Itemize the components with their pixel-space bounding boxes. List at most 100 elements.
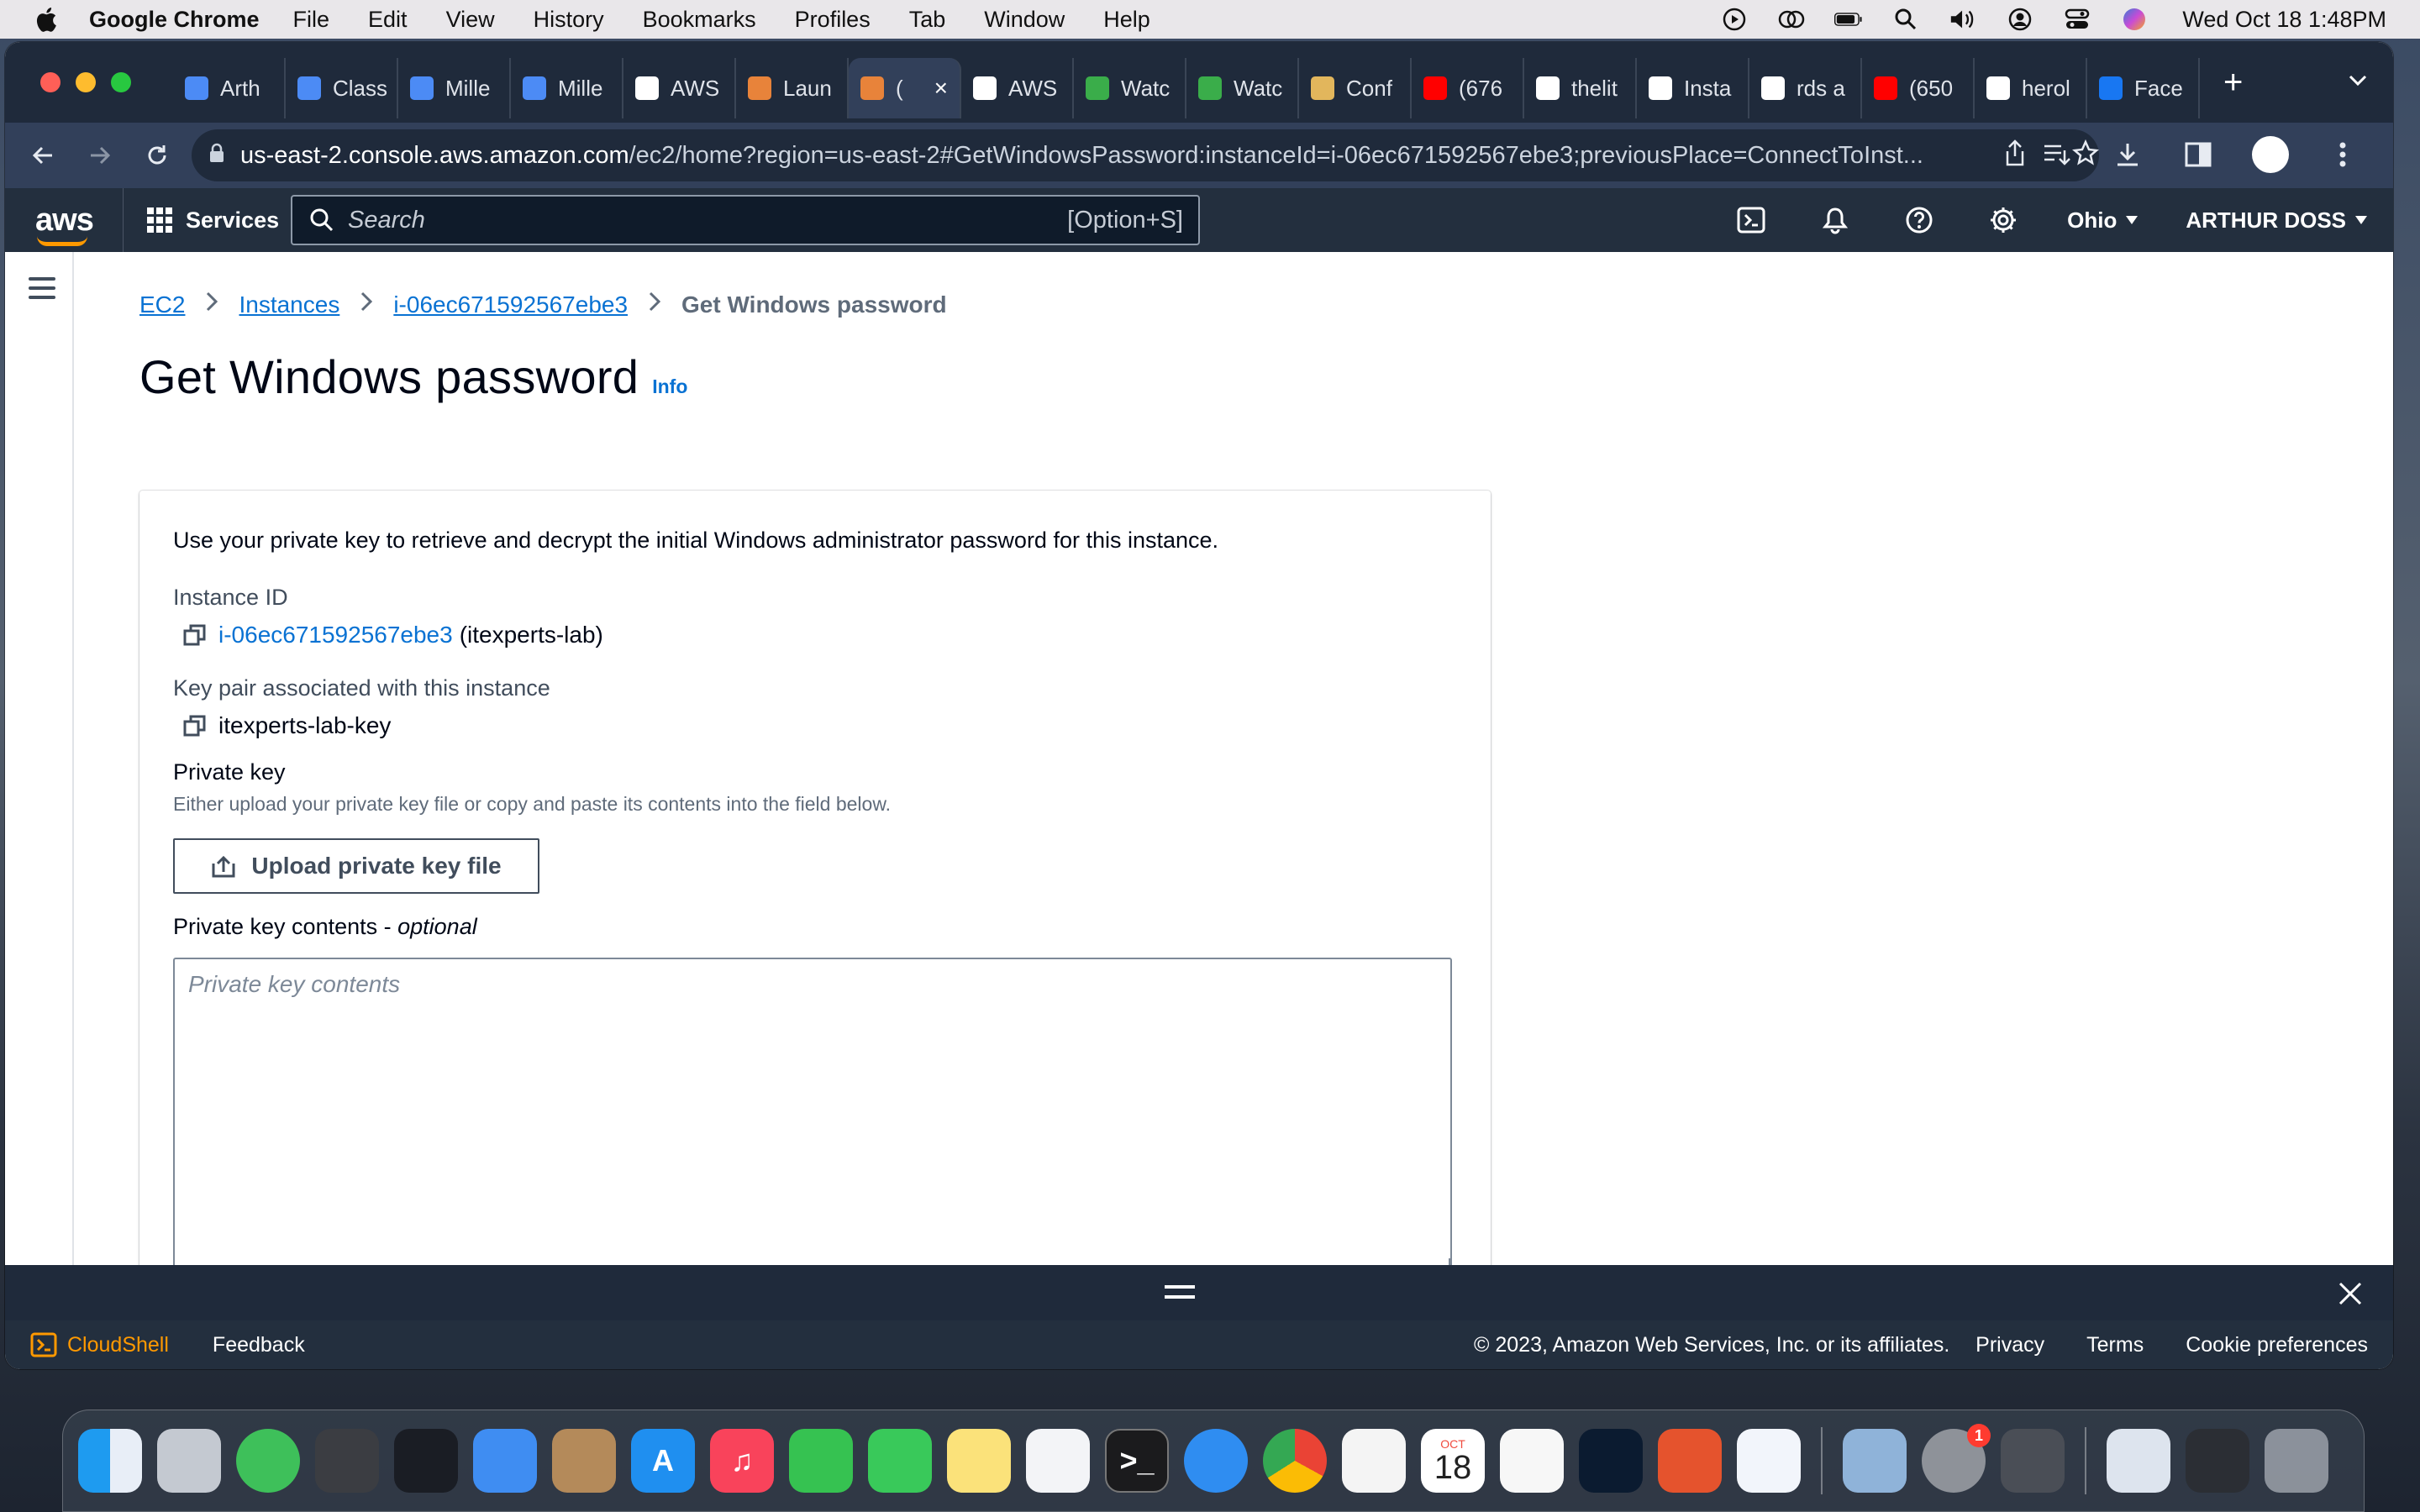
profile-avatar[interactable] (2252, 136, 2289, 173)
browser-tab[interactable]: (× (849, 58, 961, 118)
region-selector[interactable]: Ohio (2067, 207, 2139, 234)
aws-search-input[interactable]: Search [Option+S] (291, 195, 1200, 245)
dock-trash-icon[interactable] (2265, 1429, 2328, 1493)
dock-reminders-icon[interactable] (1500, 1429, 1564, 1493)
settings-gear-icon[interactable] (1961, 206, 2045, 234)
spotlight-search-icon[interactable] (1891, 7, 1920, 32)
dock-app-store-icon[interactable]: A (631, 1429, 695, 1493)
play-icon[interactable] (1720, 7, 1749, 32)
dock-webex-icon[interactable] (1579, 1429, 1643, 1493)
dock-launchpad-icon[interactable] (157, 1429, 221, 1493)
aws-logo[interactable]: aws (35, 202, 94, 246)
browser-tab[interactable]: Conf (1299, 58, 1412, 118)
back-button[interactable] (24, 136, 62, 175)
dock-find-my-icon[interactable] (236, 1429, 300, 1493)
tab-search-chevron-icon[interactable] (2348, 66, 2368, 94)
dock-notes-icon[interactable] (947, 1429, 1011, 1493)
menubar-app-name[interactable]: Google Chrome (89, 7, 260, 33)
drag-handle-icon[interactable] (1165, 1285, 1195, 1299)
browser-tab[interactable]: rds a (1749, 58, 1862, 118)
dock-chrome-icon[interactable] (1263, 1429, 1327, 1493)
terms-link[interactable]: Terms (2086, 1333, 2144, 1357)
dock-preview-icon[interactable] (1843, 1429, 1907, 1493)
menu-edit[interactable]: Edit (368, 7, 408, 33)
browser-tab[interactable]: herol (1975, 58, 2087, 118)
feedback-link[interactable]: Feedback (213, 1333, 305, 1357)
browser-tab[interactable]: AWS (961, 58, 1074, 118)
share-icon[interactable] (1998, 136, 2032, 170)
menu-profiles[interactable]: Profiles (795, 7, 871, 33)
dock-keychain-icon[interactable] (2001, 1429, 2065, 1493)
user-account-icon[interactable] (2006, 7, 2034, 32)
menu-view[interactable]: View (446, 7, 495, 33)
browser-tab[interactable]: AWS (623, 58, 736, 118)
breadcrumb-instance-id[interactable]: i-06ec671592567ebe3 (393, 291, 628, 318)
zoom-window-button[interactable] (111, 72, 131, 92)
minimize-window-button[interactable] (76, 72, 96, 92)
browser-tab[interactable]: Arth (173, 58, 286, 118)
account-menu[interactable]: ARTHUR DOSS (2186, 207, 2368, 234)
close-tab-icon[interactable]: × (934, 75, 948, 102)
menu-file[interactable]: File (293, 7, 330, 33)
battery-icon[interactable] (1834, 7, 1863, 32)
menu-help[interactable]: Help (1103, 7, 1150, 33)
menu-history[interactable]: History (534, 7, 604, 33)
browser-tab[interactable]: (676 (1412, 58, 1524, 118)
help-icon[interactable] (1877, 206, 1961, 234)
privacy-link[interactable]: Privacy (1975, 1333, 2044, 1357)
info-link[interactable]: Info (652, 375, 687, 398)
breadcrumb-ec2[interactable]: EC2 (139, 291, 185, 318)
dock-finder-icon[interactable] (78, 1429, 142, 1493)
menubar-clock[interactable]: Wed Oct 18 1:48PM (2182, 7, 2386, 33)
volume-icon[interactable] (1949, 7, 1977, 32)
more-menu-icon[interactable] (2326, 138, 2360, 171)
services-menu-button[interactable]: Services (123, 188, 279, 252)
control-center-icon[interactable] (2063, 7, 2091, 32)
siri-icon[interactable] (2120, 7, 2149, 32)
menu-bookmarks[interactable]: Bookmarks (643, 7, 756, 33)
copy-icon[interactable] (183, 714, 207, 738)
dock-facetime-icon[interactable] (789, 1429, 853, 1493)
browser-tab[interactable]: Laun (736, 58, 849, 118)
browser-tab[interactable]: Mille (511, 58, 623, 118)
dock-messages-icon[interactable] (868, 1429, 932, 1493)
dock-mail-icon[interactable] (473, 1429, 537, 1493)
close-panel-icon[interactable] (2338, 1277, 2363, 1315)
lock-icon[interactable] (208, 142, 225, 170)
menu-tab[interactable]: Tab (909, 7, 946, 33)
screen-mirroring-icon[interactable] (1777, 7, 1806, 32)
dock-qr-app-icon[interactable] (1737, 1429, 1801, 1493)
upload-private-key-button[interactable]: Upload private key file (173, 838, 539, 894)
browser-tab[interactable]: Insta (1637, 58, 1749, 118)
instance-id-link[interactable]: i-06ec671592567ebe3 (218, 622, 453, 648)
dock-recent-stack-icon[interactable] (2186, 1429, 2249, 1493)
dock-stocks-icon[interactable] (394, 1429, 458, 1493)
breadcrumb-instances[interactable]: Instances (239, 291, 339, 318)
browser-tab[interactable]: Mille (398, 58, 511, 118)
browser-tab[interactable]: thelit (1524, 58, 1637, 118)
dock-downloads-stack-icon[interactable] (2107, 1429, 2170, 1493)
dock-freeform-icon[interactable] (1026, 1429, 1090, 1493)
dock-terminal-icon[interactable]: >_ (1105, 1429, 1169, 1493)
download-icon[interactable] (2111, 138, 2144, 171)
dock-system-settings-icon[interactable]: 1 (1922, 1424, 1991, 1493)
hamburger-menu-icon[interactable] (29, 277, 55, 299)
address-bar[interactable]: us-east-2.console.aws.amazon.com/ec2/hom… (192, 129, 2099, 181)
browser-tab[interactable]: Face (2087, 58, 2200, 118)
private-key-contents-textarea[interactable] (173, 958, 1452, 1270)
browser-tab[interactable]: Watc (1074, 58, 1186, 118)
browser-tab[interactable]: Watc (1186, 58, 1299, 118)
cloudshell-icon[interactable] (1709, 207, 1793, 234)
cookie-preferences-link[interactable]: Cookie preferences (2186, 1333, 2368, 1357)
copy-icon[interactable] (183, 623, 207, 647)
cloudshell-panel-drag-bar[interactable] (5, 1265, 2393, 1320)
new-tab-button[interactable]: + (2223, 64, 2243, 102)
dock-calendar-icon[interactable]: OCT 18 (1421, 1429, 1485, 1493)
browser-tab[interactable]: Class (286, 58, 398, 118)
side-panel-icon[interactable] (2181, 138, 2215, 171)
dock-contacts-icon[interactable] (552, 1429, 616, 1493)
menu-window[interactable]: Window (984, 7, 1065, 33)
dock-calculator-icon[interactable] (315, 1429, 379, 1493)
dock-textedit-icon[interactable] (1342, 1429, 1406, 1493)
reload-button[interactable] (138, 136, 176, 175)
